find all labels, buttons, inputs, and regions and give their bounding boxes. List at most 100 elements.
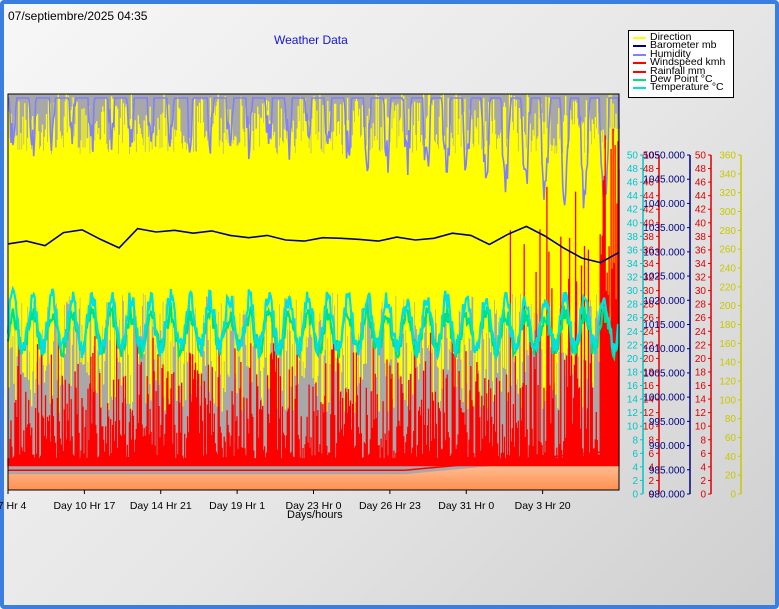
temp-axis-tick-label: 32	[627, 273, 639, 284]
rain-axis-tick-label: 4	[700, 462, 706, 473]
x-tick-label: Day 3 Hr 20	[515, 500, 571, 512]
direction-axis-tick-label: 180	[719, 320, 736, 331]
rain-axis-tick-label: 34	[695, 259, 707, 270]
rain-axis-tick-label: 20	[695, 354, 707, 365]
rain-axis-tick-label: 42	[695, 205, 707, 216]
rain-axis-tick-label: 38	[695, 232, 707, 243]
wind-axis-tick-label: 48	[643, 164, 655, 175]
legend-swatch	[633, 62, 646, 65]
legend-swatch	[633, 87, 646, 90]
wind-axis-tick-label: 16	[643, 381, 655, 392]
temp-axis-tick-label: 26	[627, 313, 639, 324]
rain-axis-tick-label: 0	[700, 490, 706, 501]
rain-axis-tick-label: 46	[695, 178, 707, 189]
temp-axis-tick-label: 50	[627, 151, 639, 162]
barometer-axis-tick-label: 1000.000	[643, 393, 685, 404]
direction-axis-tick-label: 100	[719, 395, 736, 406]
temp-axis-tick-label: 46	[627, 178, 639, 189]
rain-axis-tick-label: 12	[695, 408, 707, 419]
rain-axis-tick-label: 40	[695, 218, 707, 229]
x-tick-label: Day 10 Hr 17	[53, 500, 115, 512]
direction-axis-tick-label: 120	[719, 377, 736, 388]
rain-axis-tick-label: 28	[695, 300, 707, 311]
legend-swatch	[633, 37, 646, 39]
direction-axis-tick-label: 340	[719, 169, 736, 180]
x-tick-label: Day 19 Hr 1	[209, 500, 265, 512]
direction-axis-tick-label: 280	[719, 226, 736, 237]
direction-axis-tick-label: 0	[730, 490, 736, 501]
temp-axis-tick-label: 34	[627, 259, 639, 270]
rain-axis-tick-label: 44	[695, 191, 707, 202]
barometer-axis-tick-label: 1015.000	[643, 320, 685, 331]
rain-axis-tick-label: 10	[695, 422, 707, 433]
barometer-axis-tick-label: 990.000	[649, 441, 686, 452]
direction-axis-tick-label: 20	[725, 471, 737, 482]
barometer-axis-tick-label: 1040.000	[643, 199, 685, 210]
x-tick-label: Day 31 Hr 0	[438, 500, 494, 512]
temp-axis-tick-label: 22	[627, 340, 639, 351]
temp-axis-tick-label: 0	[632, 490, 638, 501]
temp-axis-tick-label: 8	[632, 435, 638, 446]
direction-axis-tick-label: 220	[719, 282, 736, 293]
rain-axis-tick-label: 16	[695, 381, 707, 392]
direction-axis-tick-label: 160	[719, 339, 736, 350]
direction-axis-tick-label: 320	[719, 188, 736, 199]
rain-axis-tick-label: 6	[700, 449, 706, 460]
barometer-axis-tick-label: 1035.000	[643, 223, 685, 234]
barometer-axis-tick-label: 1045.000	[643, 175, 685, 186]
temp-axis-tick-label: 42	[627, 205, 639, 216]
rain-axis-tick-label: 48	[695, 164, 707, 175]
temp-axis-tick-label: 48	[627, 164, 639, 175]
temp-axis-tick-label: 18	[627, 367, 639, 378]
direction-axis-tick-label: 80	[725, 414, 737, 425]
legend-swatch	[633, 45, 646, 48]
barometer-axis-tick-label: 980.000	[649, 490, 686, 501]
direction-axis-tick-label: 260	[719, 245, 736, 256]
rain-axis-tick-label: 22	[695, 340, 707, 351]
temp-axis-tick-label: 16	[627, 381, 639, 392]
direction-axis-tick-label: 60	[725, 433, 737, 444]
barometer-axis-tick-label: 985.000	[649, 465, 686, 476]
legend: Direction Barometer mb Humidity Windspee…	[628, 30, 734, 98]
temp-axis-tick-label: 28	[627, 300, 639, 311]
temp-axis-tick-label: 14	[627, 395, 639, 406]
temp-axis-tick-label: 24	[627, 327, 639, 338]
temp-axis-tick-label: 38	[627, 232, 639, 243]
legend-item: Temperature °C	[629, 82, 733, 93]
direction-axis-tick-label: 240	[719, 264, 736, 275]
barometer-axis-tick-label: 1025.000	[643, 272, 685, 283]
direction-axis-tick-label: 140	[719, 358, 736, 369]
direction-axis-tick-label: 40	[725, 452, 737, 463]
temp-axis-tick-label: 6	[632, 449, 638, 460]
x-tick-label: Day 14 Hr 21	[130, 500, 192, 512]
rain-axis-tick-label: 30	[695, 286, 707, 297]
x-axis-label: Days/hours	[287, 509, 343, 521]
barometer-axis-tick-label: 1030.000	[643, 247, 685, 258]
direction-axis-tick-label: 360	[719, 151, 736, 162]
wind-axis-tick-label: 20	[643, 354, 655, 365]
rain-axis-tick-label: 8	[700, 435, 706, 446]
temp-axis-tick-label: 36	[627, 245, 639, 256]
x-tick-label: Day 26 Hr 23	[359, 500, 421, 512]
rain-axis-tick-label: 2	[700, 476, 706, 487]
rain-axis-tick-label: 26	[695, 313, 707, 324]
barometer-axis-tick-label: 1005.000	[643, 368, 685, 379]
rain-axis-tick-label: 14	[695, 395, 707, 406]
temp-axis-tick-label: 30	[627, 286, 639, 297]
temp-axis-tick-label: 20	[627, 354, 639, 365]
legend-swatch	[633, 53, 646, 56]
legend-swatch	[633, 70, 646, 73]
rain-axis-tick-label: 24	[695, 327, 707, 338]
x-tick-label: y 7 Hr 4	[0, 500, 27, 512]
wind-axis-tick-label: 34	[643, 259, 655, 270]
temp-axis-tick-label: 2	[632, 476, 638, 487]
legend-swatch	[633, 78, 646, 81]
barometer-axis-tick-label: 1010.000	[643, 344, 685, 355]
temp-axis-tick-label: 40	[627, 218, 639, 229]
rain-axis-tick-label: 36	[695, 245, 707, 256]
rain-axis-tick-label: 50	[695, 151, 707, 162]
rain-axis-tick-label: 18	[695, 367, 707, 378]
direction-axis-tick-label: 300	[719, 207, 736, 218]
temp-axis-tick-label: 12	[627, 408, 639, 419]
temp-axis-tick-label: 10	[627, 422, 639, 433]
